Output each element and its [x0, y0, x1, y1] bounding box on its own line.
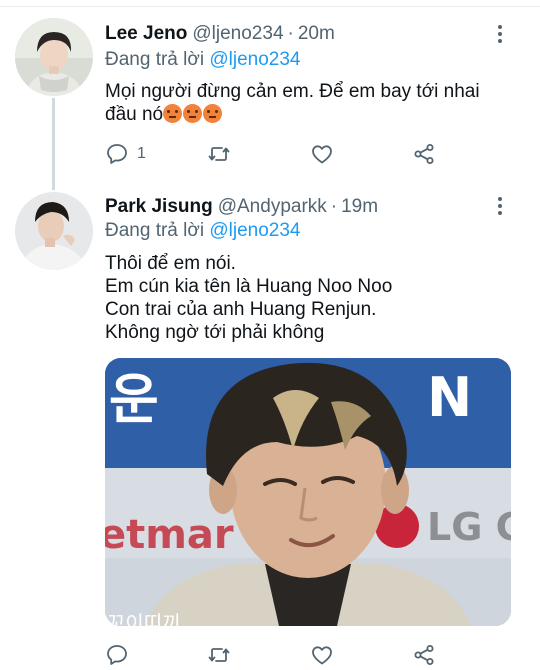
timestamp[interactable]: 20m	[298, 23, 335, 45]
avatar[interactable]	[15, 192, 93, 270]
avatar[interactable]	[15, 18, 93, 96]
separator-dot: ·	[287, 23, 294, 44]
share-icon	[414, 144, 434, 164]
replying-to: Đang trả lời @ljeno234	[105, 220, 300, 242]
reply-button[interactable]: 1	[105, 139, 146, 169]
angry-face-emoji	[163, 104, 183, 123]
display-name[interactable]: Park Jisung	[105, 196, 213, 218]
more-icon[interactable]	[490, 21, 510, 47]
tweet-text-line: Em cún kia tên là Huang Noo Noo	[105, 276, 393, 297]
signage-text-korean: 운	[109, 368, 159, 431]
retweet-button[interactable]	[207, 640, 231, 670]
signage-text-etmar: etmar	[105, 512, 234, 558]
like-icon	[312, 646, 332, 665]
tweet-text-line: Con trai của anh Huang Renjun.	[105, 299, 377, 320]
tweet-header: Lee Jeno @ljeno234 · 20m	[105, 19, 335, 49]
display-name[interactable]: Lee Jeno	[105, 23, 187, 45]
tweet-text: Mọi người đừng cản em. Để em bay tới nha…	[105, 80, 480, 126]
signage-text-n: N	[427, 366, 472, 429]
video-caption-fragment: 꼬이띠끼	[107, 611, 181, 626]
reply-icon	[107, 144, 127, 164]
share-button[interactable]	[412, 139, 436, 169]
reply-count: 1	[137, 145, 146, 162]
share-icon	[414, 645, 434, 665]
replying-to: Đang trả lời @ljeno234	[105, 49, 300, 71]
tweet-media-photo[interactable]: 운 N etmar LG C 꼬이띠끼	[105, 358, 511, 626]
reply-button[interactable]	[105, 640, 129, 670]
tweet-actions	[105, 640, 435, 670]
tweet-actions: 1	[105, 139, 435, 169]
thread-connector-line	[52, 98, 55, 190]
timestamp[interactable]: 19m	[341, 196, 378, 218]
retweet-icon	[208, 648, 230, 662]
reply-icon	[107, 645, 127, 665]
tweet-text-line: Mọi người đừng cản em. Để em bay tới nha…	[105, 81, 480, 102]
separator-dot: ·	[330, 196, 338, 217]
like-button[interactable]	[310, 640, 334, 670]
tweet-text-line: Không ngờ tới phải không	[105, 322, 325, 343]
replying-to-handle[interactable]: @ljeno234	[209, 49, 300, 70]
more-icon[interactable]	[490, 193, 510, 219]
angry-face-emoji	[183, 104, 203, 123]
tweet-lee-jeno[interactable]: Lee Jeno @ljeno234 · 20m Đang trả lời @l…	[0, 18, 540, 188]
timeline-top-divider	[0, 0, 540, 7]
retweet-icon	[208, 147, 230, 161]
replying-to-handle[interactable]: @ljeno234	[209, 220, 300, 241]
replying-to-label: Đang trả lời	[105, 220, 205, 241]
user-handle[interactable]: @ljeno234	[192, 23, 283, 45]
tweet-text-line: đầu nó	[105, 104, 164, 125]
tweet-text-line-2: đầu nó	[105, 103, 480, 126]
angry-face-emoji	[203, 104, 223, 123]
tweet-header: Park Jisung @Andyparkk · 19m	[105, 192, 378, 222]
like-button[interactable]	[310, 139, 334, 169]
replying-to-label: Đang trả lời	[105, 49, 205, 70]
like-icon	[312, 145, 332, 164]
share-button[interactable]	[412, 640, 436, 670]
signage-text-lg: LG C	[427, 505, 511, 549]
tweet-text: Thôi để em nói. Em cún kia tên là Huang …	[105, 252, 392, 344]
retweet-button[interactable]	[207, 139, 231, 169]
tweet-text-line: Thôi để em nói.	[105, 253, 236, 274]
user-handle[interactable]: @Andyparkk	[218, 196, 327, 218]
